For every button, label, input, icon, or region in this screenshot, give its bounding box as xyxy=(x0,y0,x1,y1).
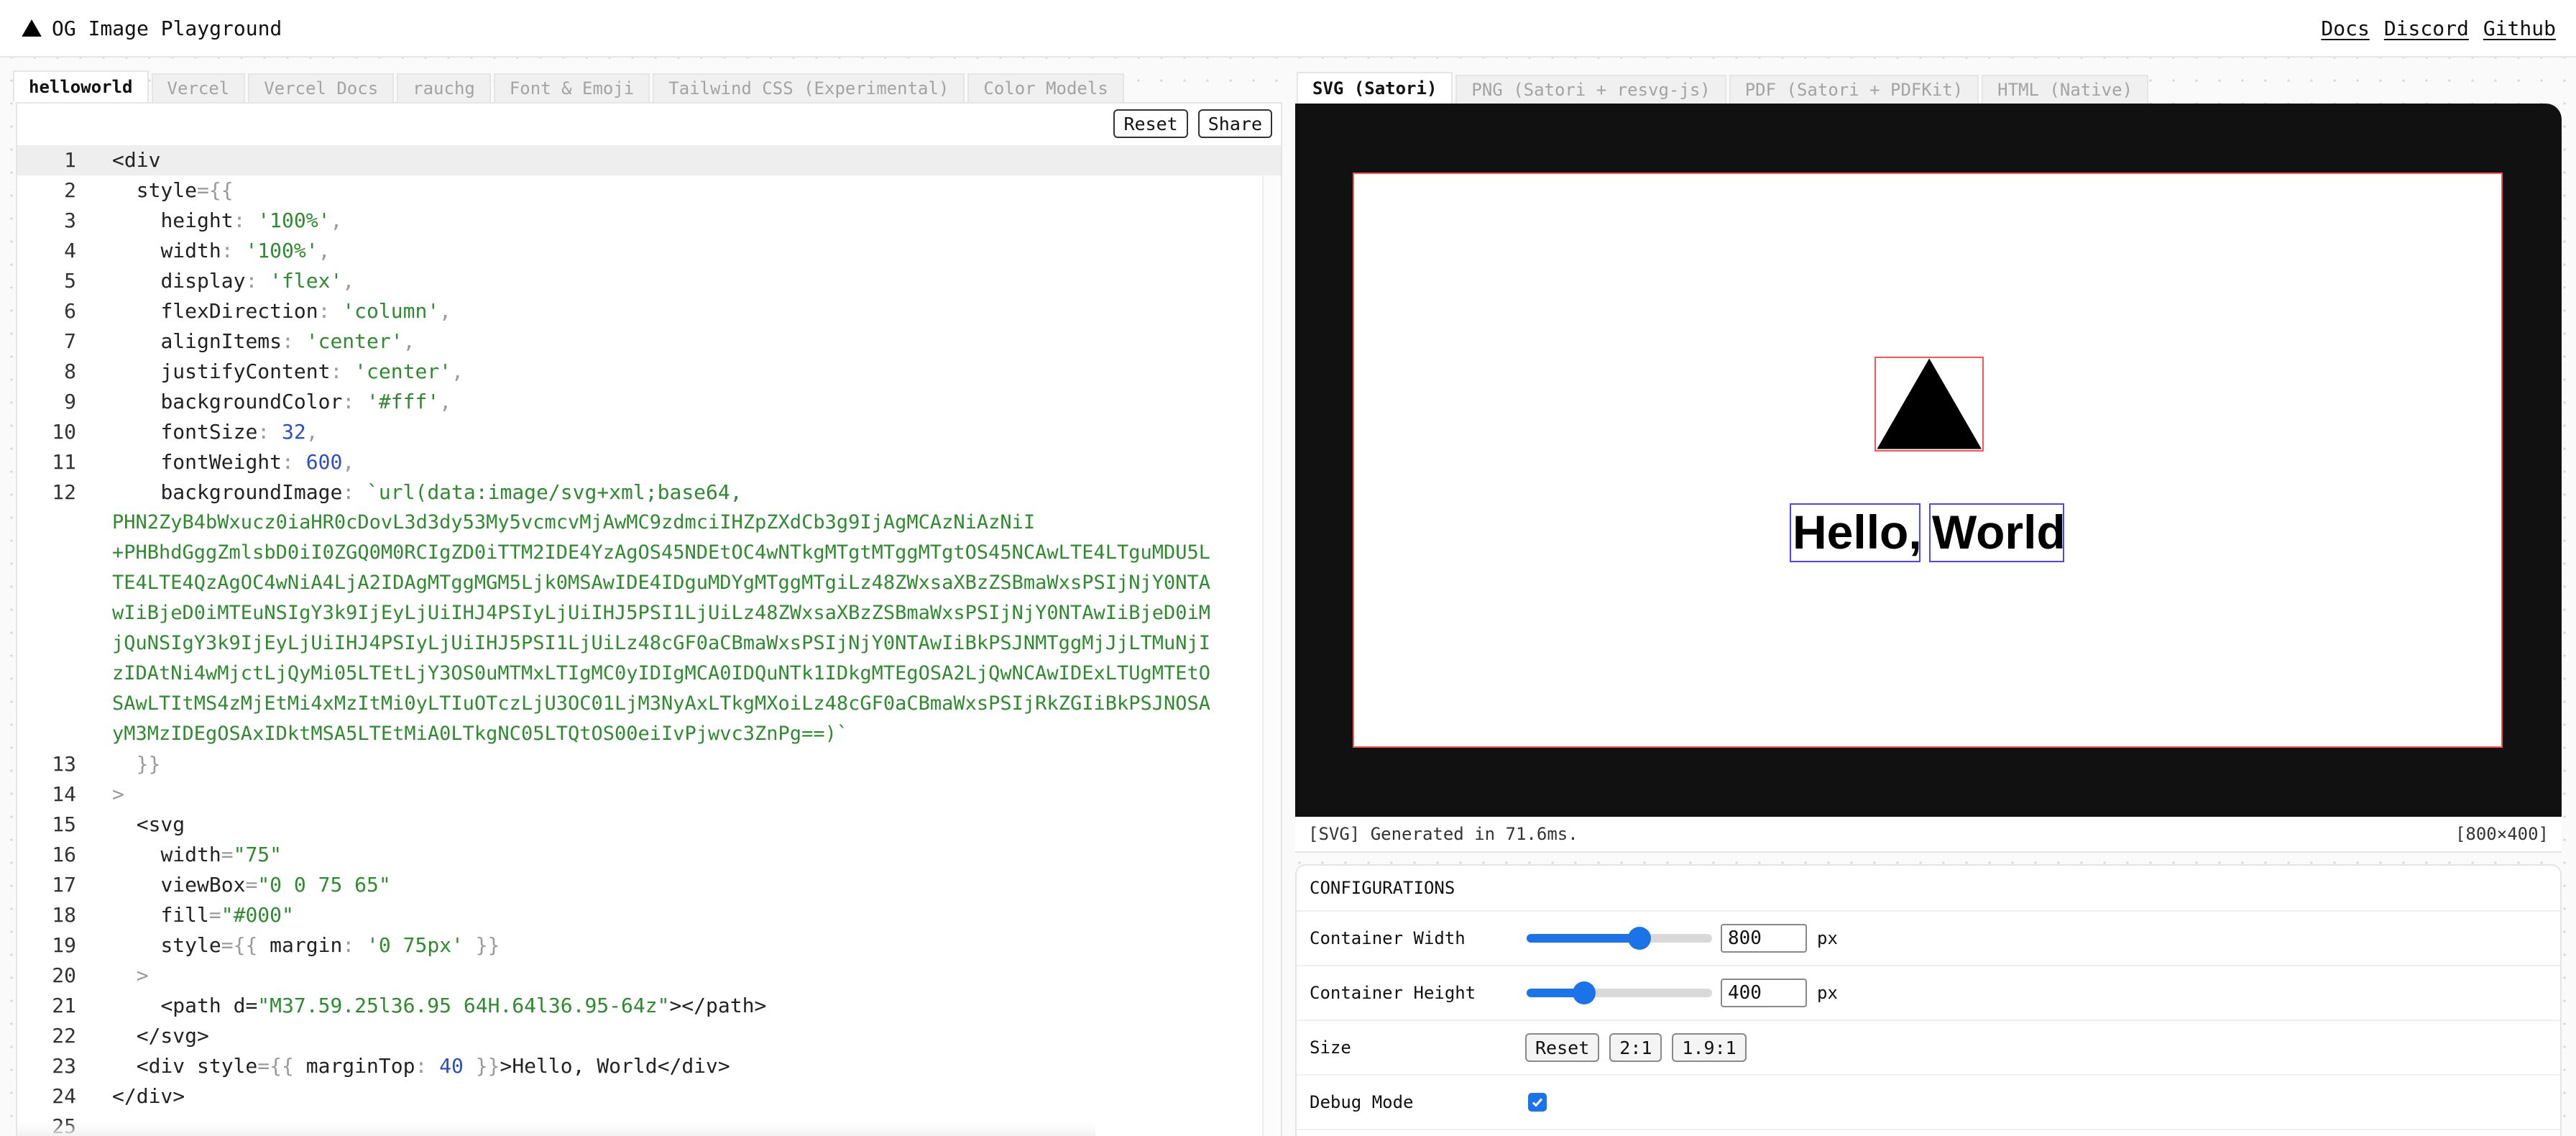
container-width-slider[interactable] xyxy=(1527,927,1712,950)
editor-fade xyxy=(17,1122,1095,1136)
code-line: 17 viewBox="0 0 75 65" xyxy=(52,873,391,897)
code-line: 13 }} xyxy=(52,752,161,776)
container-width-row: Container Width px xyxy=(1297,912,2560,966)
tab-helloworld[interactable]: helloworld xyxy=(13,70,149,102)
code-line: 20 > xyxy=(52,963,149,987)
container-height-input[interactable] xyxy=(1721,979,1807,1007)
nav-docs-link[interactable]: Docs xyxy=(2321,17,2369,40)
configurations-title: CONFIGURATIONS xyxy=(1297,866,2560,912)
nav-discord-link[interactable]: Discord xyxy=(2384,17,2469,40)
tab-vercel-docs[interactable]: Vercel Docs xyxy=(248,73,395,102)
width-unit: px xyxy=(1817,928,1838,948)
code-line: 22 </svg> xyxy=(52,1024,209,1048)
code-line: 19 style={{ margin: '0 75px' }} xyxy=(52,933,500,957)
preview-text-world: World xyxy=(1929,503,2066,562)
code-line: 1 <div xyxy=(17,145,1281,175)
debug-mode-row: Debug Mode xyxy=(1297,1076,2560,1130)
share-button[interactable]: Share xyxy=(1197,109,1272,138)
configurations-panel: CONFIGURATIONS Container Width px Contai… xyxy=(1295,864,2562,1136)
code-wrapped-line: zIDAtNi4wMjctLjQyMi05LTEtLjY3OS0uMTMxLTI… xyxy=(112,662,1211,684)
reset-button[interactable]: Reset xyxy=(1113,109,1188,138)
triangle-debug-box xyxy=(1874,357,1984,452)
code-line: 6 flexDirection: 'column', xyxy=(64,299,452,323)
preview-tabs: SVG (Satori) PNG (Satori + resvg-js) PDF… xyxy=(1297,72,2151,104)
container-height-label: Container Height xyxy=(1310,983,1476,1003)
code-line: 18 fill="#000" xyxy=(52,903,294,927)
tab-png-satori-resvg[interactable]: PNG (Satori + resvg-js) xyxy=(1455,75,1726,104)
size-1-9-1-button[interactable]: 1.9:1 xyxy=(1672,1033,1747,1062)
tab-font-emoji[interactable]: Font & Emoji xyxy=(493,73,650,102)
container-height-slider[interactable] xyxy=(1527,981,1712,1004)
editor-tabs: helloworld Vercel Vercel Docs rauchg Fon… xyxy=(13,70,1127,102)
code-line: 23 <div style={{ marginTop: 40 }}>Hello,… xyxy=(52,1054,730,1078)
code-line: 14 > xyxy=(52,782,124,806)
triangle-logo-icon xyxy=(22,19,42,37)
triangle-icon xyxy=(1877,358,1982,449)
tab-color-models[interactable]: Color Models xyxy=(967,73,1124,102)
code-wrapped-line: wIiBjeD0iMTEuNSIgY3k9IjEyLjUiIHJ4PSIyLjU… xyxy=(112,602,1211,624)
tab-html-native[interactable]: HTML (Native) xyxy=(1982,75,2149,104)
code-wrapped-line: jQuNSIgY3k9IjEyLjUiIHJ4PSIyLjUiIHJ5PSI1L… xyxy=(112,632,1211,654)
tab-rauchg[interactable]: rauchg xyxy=(397,73,491,102)
preview-text-hello: Hello, xyxy=(1790,503,1922,562)
code-line: 24 </div> xyxy=(52,1084,185,1108)
code-line: 9 backgroundColor: '#fff', xyxy=(64,390,452,413)
brand[interactable]: OG Image Playground xyxy=(22,17,282,40)
slider-handle[interactable] xyxy=(1572,981,1596,1004)
code-wrapped-line: +PHBhdGggZmlsbD0iI0ZGQ0M0RCIgZD0iTTM2IDE… xyxy=(112,541,1211,564)
container-width-input[interactable] xyxy=(1721,924,1807,953)
code-editor[interactable]: Reset Share 1 <div 2 style={{ 3 height: '… xyxy=(16,102,1282,1136)
preview-status-bar: [SVG] Generated in 71.6ms. [800×400] xyxy=(1295,817,2562,853)
code-line: 11 fontWeight: 600, xyxy=(52,450,355,474)
code-wrapped-line: TE4LTE4QzAgOC4wNiA4LjA2IDAgMTggMGM5Ljk0M… xyxy=(112,572,1211,594)
code-wrapped-line: yM3MzIDEgOSAxIDktMSA5LTEtMiA0LTkgNC05LTQ… xyxy=(112,723,849,745)
size-row: Size Reset 2:1 1.9:1 xyxy=(1297,1021,2560,1076)
editor-toolbar: Reset Share xyxy=(1113,109,1272,138)
code-line: 3 height: '100%', xyxy=(64,209,343,232)
app-header: OG Image Playground Docs Discord Github xyxy=(0,0,2576,58)
size-2-1-button[interactable]: 2:1 xyxy=(1609,1033,1662,1062)
container-width-label: Container Width xyxy=(1310,928,1466,948)
code-line: 7 alignItems: 'center', xyxy=(64,329,415,353)
tab-tailwind-css[interactable]: Tailwind CSS (Experimental) xyxy=(653,73,965,102)
code-line: 5 display: 'flex', xyxy=(64,269,355,293)
top-nav: Docs Discord Github xyxy=(2321,17,2556,40)
height-unit: px xyxy=(1817,983,1838,1003)
code-line: 12 backgroundImage: `url(data:image/svg+… xyxy=(52,480,742,504)
size-buttons: Reset 2:1 1.9:1 xyxy=(1525,1033,1747,1062)
debug-mode-label: Debug Mode xyxy=(1310,1092,1414,1112)
image-dimensions: [800×400] xyxy=(2455,824,2549,844)
slider-fill xyxy=(1527,934,1640,943)
tab-pdf-satori-pdfkit[interactable]: PDF (Satori + PDFKit) xyxy=(1729,75,1979,104)
code-line: 8 justifyContent: 'center', xyxy=(64,359,464,383)
size-reset-button[interactable]: Reset xyxy=(1525,1033,1600,1062)
code-line: 2 style={{ xyxy=(64,178,234,202)
nav-github-link[interactable]: Github xyxy=(2483,17,2556,40)
size-label: Size xyxy=(1310,1037,1351,1058)
generation-status: [SVG] Generated in 71.6ms. xyxy=(1308,824,1578,844)
preview-panel: Hello, World xyxy=(1295,104,2562,817)
code-line: 16 width="75" xyxy=(52,843,282,866)
code-wrapped-line: PHN2ZyB4bWxucz0iaHR0cDovL3d3dy53My5vcmcv… xyxy=(112,511,1036,533)
code-area[interactable]: 1 <div 2 style={{ 3 height: '100%', 4 wid… xyxy=(17,145,1281,1136)
code-line: 15 <svg xyxy=(52,812,185,836)
tab-vercel[interactable]: Vercel xyxy=(151,73,246,102)
og-image-canvas: Hello, World xyxy=(1353,173,2503,748)
debug-mode-checkbox[interactable] xyxy=(1528,1093,1547,1112)
app-title: OG Image Playground xyxy=(52,16,282,40)
code-line: 10 fontSize: 32, xyxy=(52,420,318,444)
tab-svg-satori[interactable]: SVG (Satori) xyxy=(1297,72,1453,104)
code-line: 4 width: '100%', xyxy=(64,239,331,262)
checkmark-icon xyxy=(1532,1098,1543,1107)
container-height-row: Container Height px xyxy=(1297,966,2560,1021)
code-wrapped-line: SAwLTItMS4zMjEtMi4xMzItMi0yLTIuOTczLjU3O… xyxy=(112,692,1211,715)
code-line: 21 <path d="M37.59.25l36.95 64H.64l36.95… xyxy=(52,994,767,1017)
slider-handle[interactable] xyxy=(1628,927,1652,950)
